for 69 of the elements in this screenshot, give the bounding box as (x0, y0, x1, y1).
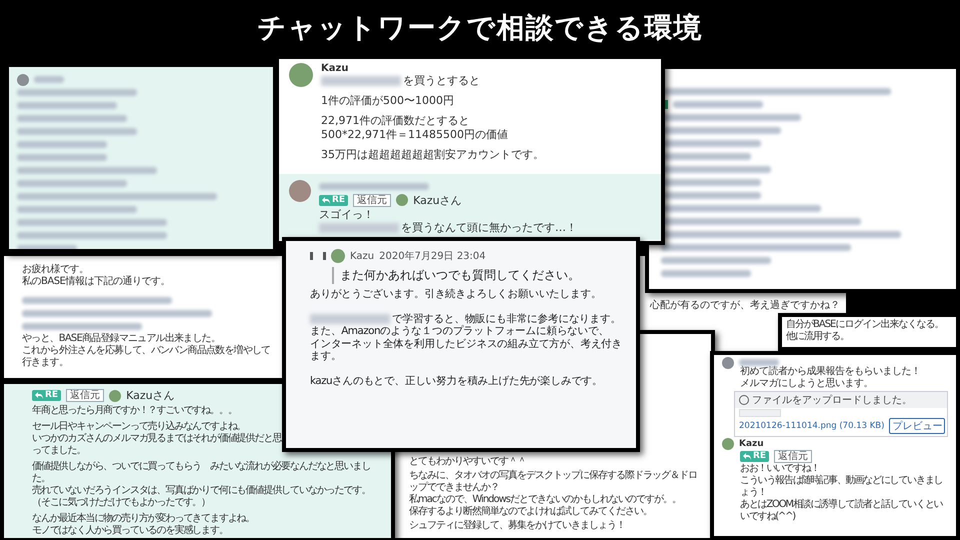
author-name: Kazu (321, 63, 348, 74)
reply-source-tag: 返信元 (66, 389, 104, 402)
message-text: 初めて読者から成果報告をもらいました！ (740, 366, 920, 377)
info-icon (739, 395, 749, 405)
message-text: これから外注さんを応募して、バンバン商品点数を増やして行きます。 (22, 345, 270, 368)
author-name: Kazu (739, 439, 764, 449)
message-text: こういう報告は随時記事、動画などにしていきましょう！ (740, 475, 942, 498)
message-text: スゴイっ！ (319, 208, 374, 221)
message-text: おお！いいですね！ (740, 463, 820, 474)
message-text: を買うとすると (403, 74, 480, 87)
avatar-icon (109, 390, 122, 402)
reply-arrow-icon (743, 452, 751, 460)
avatar-icon (289, 63, 313, 87)
message-text: 私macなので、Windowsだとできないのかもしれないのですが。。 (409, 494, 682, 505)
message-text: 22,971件の評価数だとすると (321, 114, 470, 128)
message-text: （そこに気づけただけでもよかったです。） (32, 497, 210, 508)
reply-arrow-icon (322, 196, 330, 204)
reply-source-tag: 返信元 (774, 450, 812, 463)
message-text: また、Amazonのような１つのプラットフォームに頼らないで、 (310, 325, 609, 338)
message-text: kazuさんのもとで、正しい努力を積み上げた先が楽しみです。 (310, 374, 602, 387)
message-text: インターネット全体を利用したビジネスの組み立て方が、考え付きます。 (310, 338, 622, 362)
message-text: 他に流用する。 (786, 331, 849, 342)
message-text: ちなみに、タオバオの写真をデスクトップに保存する際ドラッグ＆ドロップでできませんか？ (409, 470, 697, 493)
message-text: メルマガにしようと思います。 (740, 378, 873, 389)
message-text: 心配が有るのですが、考え過ぎですかね？ (650, 298, 840, 312)
blurred-text (739, 359, 779, 366)
message-text: あとはZOOM相談に誘導して読者と話していくといいですね(^^) (740, 499, 942, 522)
file-notice: ファイルをアップロードしました。 (752, 394, 912, 407)
message-text: 自分がBASEにログイン出来なくなる。 (786, 319, 944, 330)
message-text: 価値提供しながら、ついでに買ってもらう みたいな流れが必要なんだなと思いました。 (32, 461, 370, 484)
message-text: いつかのカズさんのメルマガ見るまではそれが価値提供だと思ってました。 (32, 433, 282, 456)
preview-button[interactable]: プレビュー (889, 418, 946, 434)
reply-recipient: Kazuさん (126, 388, 175, 403)
quote-author: Kazu (350, 250, 374, 262)
message-text: なんか最近本当に物の売り方が変わってきてますよね。 (32, 513, 255, 524)
message-text: 1件の評価が500〜1000円 (321, 94, 454, 108)
avatar-icon (331, 249, 345, 263)
avatar-icon (396, 194, 408, 206)
avatar-icon (722, 438, 734, 450)
message-text: 売れていないだろうインスタは、写真ばかりで何にも価値提供していなかったです。 (32, 485, 370, 496)
message-text: で学習すると、物販にも非常に参考になります。 (392, 312, 621, 325)
message-text: お疲れ様です。 (22, 264, 88, 275)
message-text: 年商と思ったら月商ですか！？すごいですね。。。 (32, 405, 237, 416)
message-text: 500*22,971件＝11485500円の価値 (321, 128, 508, 141)
avatar-icon (289, 180, 311, 202)
file-link[interactable]: 20210126-111014.png (70.13 KB) (739, 421, 884, 431)
message-text: 保存するより断然簡単なのでよければ試してみてください。 (409, 506, 652, 517)
message-text: ありがとうございます。引き続きよろしくお願いいたします。 (310, 288, 602, 300)
message-text: 私のBASE情報は下記の通りです。 (22, 276, 170, 287)
reply-arrow-icon (35, 392, 43, 399)
message-text: 35万円は超超超超超超割安アカウントです。 (321, 148, 544, 161)
reply-label: RE (753, 451, 766, 462)
quote-date: 2020年7月29日 23:04 (379, 250, 486, 263)
message-text: モノではなく人から買っているのを実感します。 (32, 525, 228, 536)
quoted-message: また何かあればいつでも質問してください。 (332, 267, 628, 284)
message-text: を買うなんて頭に無かったです…！ (401, 221, 577, 234)
page-title: チャットワークで相談できる環境 (258, 10, 702, 46)
quote-mark-icon (310, 252, 326, 260)
message-text: シュフティに登録して、募集をかけていきましょう！ (409, 520, 625, 531)
message-text: セール日やキャンペーンって売り込みなんですよね。 (32, 421, 246, 432)
blurred-text (34, 76, 64, 83)
message-text: とてもわかりやすいです＾＾ (409, 456, 526, 467)
reply-source-tag: 返信元 (353, 194, 392, 207)
avatar-icon (722, 356, 734, 368)
reply-label: RE (45, 390, 58, 401)
reply-recipient: Kazuさん (413, 192, 462, 208)
reply-label: RE (332, 195, 346, 206)
avatar-icon (17, 74, 29, 86)
message-text: やっと、BASE商品登録マニュアル出来ました。 (22, 333, 220, 344)
